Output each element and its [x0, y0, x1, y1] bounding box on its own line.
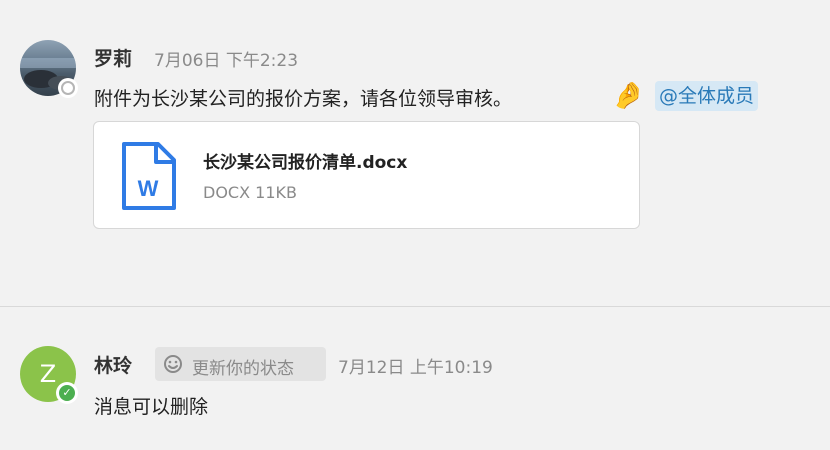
- message-timestamp: 7月06日 下午2:23: [154, 51, 299, 71]
- status-label: 更新你的状态: [192, 359, 294, 379]
- message-divider: [0, 306, 830, 307]
- sender-name[interactable]: 林玲: [94, 351, 132, 378]
- update-status-button[interactable]: 更新你的状态: [155, 347, 326, 381]
- file-meta: DOCX 11KB: [203, 183, 297, 202]
- smiley-icon: [164, 355, 182, 373]
- presence-offline-icon: [58, 78, 78, 98]
- file-size: 11KB: [255, 183, 297, 202]
- sender-name[interactable]: 罗莉: [94, 44, 132, 71]
- file-type: DOCX: [203, 183, 251, 202]
- message-text: 附件为长沙某公司的报价方案，请各位领导审核。: [94, 88, 513, 110]
- pinched-fingers-emoji-icon: 🤌: [612, 81, 645, 111]
- message-item: 罗莉 7月06日 下午2:23 附件为长沙某公司的报价方案，请各位领导审核。 🤌…: [0, 0, 830, 300]
- checkmark-icon: ✓: [59, 385, 75, 401]
- message-timestamp: 7月12日 上午10:19: [338, 358, 493, 378]
- presence-online-icon: ✓: [56, 382, 78, 404]
- message-text: 消息可以删除: [94, 396, 209, 418]
- avatar-photo-sea: [20, 58, 76, 68]
- doc-icon-letter: W: [138, 176, 159, 201]
- mention-all-members[interactable]: @全体成员: [655, 81, 759, 111]
- file-attachment-card[interactable]: W 长沙某公司报价清单.docx DOCX 11KB: [93, 121, 640, 229]
- file-name[interactable]: 长沙某公司报价清单.docx: [203, 148, 407, 173]
- chat-message-list: 罗莉 7月06日 下午2:23 附件为长沙某公司的报价方案，请各位领导审核。 🤌…: [0, 0, 830, 450]
- word-document-icon: W: [122, 142, 176, 210]
